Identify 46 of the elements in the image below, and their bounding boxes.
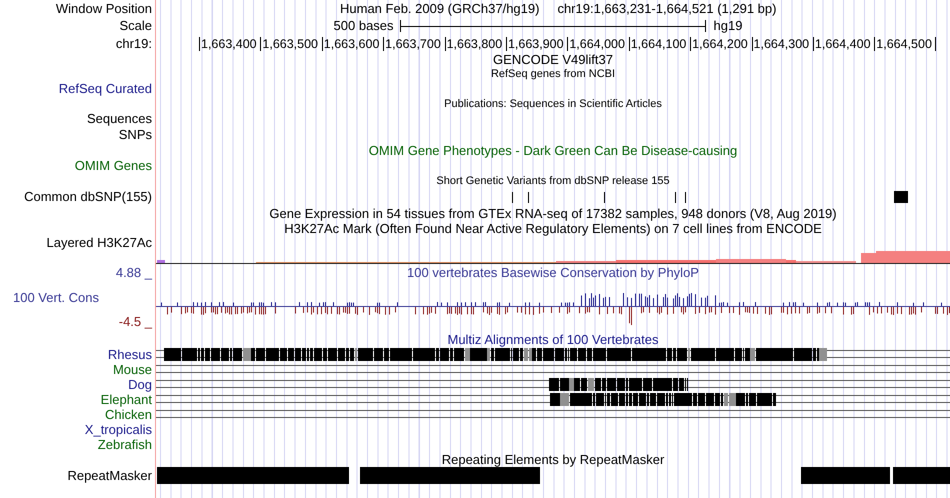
ruler-tick-label: 1,664,200 bbox=[690, 36, 752, 50]
species-label: Mouse bbox=[112, 362, 152, 376]
ruler-tick-label: 1,664,000 bbox=[567, 36, 629, 50]
track-label[interactable]: RefSeq Curated bbox=[58, 82, 152, 96]
row-label: chr19: bbox=[116, 36, 152, 50]
track-title: OMIM Gene Phenotypes - Dark Green Can Be Disease-causing bbox=[368, 144, 738, 158]
ruler-tick-label: 1,664,100 bbox=[628, 36, 690, 50]
axis-max-label: 4.88 _ bbox=[116, 266, 152, 280]
track-label[interactable]: RepeatMasker bbox=[67, 469, 152, 483]
ruler-tick-label: 1,663,600 bbox=[322, 36, 384, 50]
ruler-tick-label: 1,663,400 bbox=[199, 36, 260, 50]
track-title: GENCODE V49lift37 bbox=[493, 52, 613, 66]
species-label: Chicken bbox=[105, 408, 152, 422]
track-title: H3K27Ac Mark (Often Found Near Active Regulatory Elements) on 7 cell lines from ENCODE bbox=[284, 222, 822, 236]
track-label[interactable]: Layered H3K27Ac bbox=[46, 236, 152, 250]
track-title: Short Genetic Variants from dbSNP release 155 bbox=[436, 174, 670, 188]
track-label[interactable]: Common dbSNP(155) bbox=[24, 190, 152, 204]
row-label: Window Position bbox=[56, 2, 152, 16]
scale-length-text: 500 bases bbox=[334, 19, 394, 33]
ruler-tick-label: 1,663,800 bbox=[444, 36, 506, 50]
species-label: Rhesus bbox=[108, 348, 152, 362]
ruler-tick-label: 1,663,900 bbox=[506, 36, 568, 50]
species-label: Zebrafish bbox=[98, 438, 152, 452]
track-label[interactable]: Sequences bbox=[86, 112, 152, 126]
ruler-tick-label: 1,664,400 bbox=[812, 36, 874, 50]
species-label: Dog bbox=[128, 378, 152, 392]
track-label[interactable]: 100 Vert. Cons bbox=[13, 290, 99, 304]
track-title: Gene Expression in 54 tissues from GTEx RNA-seq of 17382 samples, 948 donors (V8, Aug 2019) bbox=[269, 206, 837, 220]
row-label: Scale bbox=[119, 19, 152, 33]
position-text: chr19:1,663,231-1,664,521 (1,291 bp) bbox=[557, 2, 776, 16]
axis-min-label: -4.5 _ bbox=[118, 315, 152, 329]
ruler-tick-label: 1,663,500 bbox=[260, 36, 322, 50]
species-label: X_tropicalis bbox=[84, 422, 152, 436]
track-title: Repeating Elements by RepeatMasker bbox=[442, 452, 664, 466]
track-title: 100 vertebrates Basewise Conservation by PhyloP bbox=[407, 266, 699, 280]
ruler-tick-label: 1,664,300 bbox=[752, 36, 813, 50]
ruler-tick-label: 1,664,500 bbox=[874, 36, 936, 50]
track-title: Multiz Alignments of 100 Vertebrates bbox=[447, 332, 658, 346]
track-label[interactable]: SNPs bbox=[118, 128, 152, 142]
species-label: Elephant bbox=[100, 392, 152, 406]
assembly-name-text: hg19 bbox=[714, 19, 742, 33]
ruler-tick-label: 1,663,700 bbox=[383, 36, 445, 50]
track-title: RefSeq genes from NCBI bbox=[490, 67, 616, 81]
track-title: Publications: Sequences in Scientific Articles bbox=[444, 97, 662, 111]
assembly-text: Human Feb. 2009 (GRCh37/hg19) bbox=[340, 2, 540, 16]
track-label[interactable]: OMIM Genes bbox=[74, 159, 152, 173]
